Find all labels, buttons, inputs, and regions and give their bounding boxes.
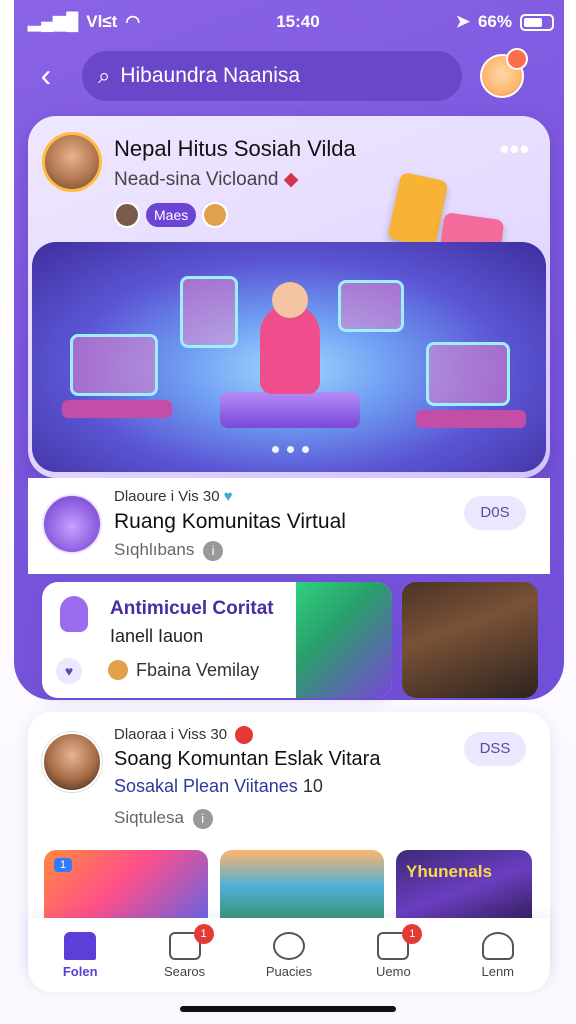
nav-label: Puacies — [265, 963, 313, 979]
feature-subtitle-text: Nead-sina Vicloand — [114, 169, 279, 190]
community-title: Ruang Komunitas Virtual — [114, 510, 346, 533]
search-input[interactable] — [120, 64, 441, 88]
home-icon — [64, 931, 97, 960]
search-icon: ⌕ — [98, 63, 111, 88]
community-meta: Dlaoure i Vis 30 ♥ — [114, 488, 233, 505]
feature-card[interactable]: Nepal Hitus Sosiah Vilda Nead-sina Viclo… — [28, 116, 550, 478]
status-bar: ▂▄▆█ Vl≤t ◠ 15:40 ➤ 66% — [28, 8, 554, 36]
location-icon: ➤ — [455, 12, 470, 31]
info-icon: i — [203, 540, 224, 561]
status-left: ▂▄▆█ Vl≤t ◠ — [28, 12, 140, 32]
post-meta: Dlaoraa i Viss 30 — [114, 726, 254, 745]
carousel-dot[interactable] — [272, 446, 279, 453]
community-subtitle-text: Sıqhlıbans — [114, 540, 195, 559]
heart-icon: ♥ — [223, 488, 233, 505]
search-row: ‹ ⌕ — [28, 48, 548, 102]
community-meta-text: Dlaoure i Vis 30 — [114, 488, 220, 505]
participant-avatar — [114, 202, 140, 228]
character-icon — [60, 596, 88, 632]
post-subtitle: Sosakal Plean Viitanes 10 — [114, 776, 323, 797]
feature-title: Nepal Hitus Sosiah Vilda — [114, 136, 356, 161]
join-button[interactable]: D0S — [464, 496, 526, 530]
tag-chip[interactable]: Maes — [146, 203, 197, 227]
nav-menu[interactable]: 1 Uemo — [348, 923, 438, 979]
community-thumbnail — [42, 494, 102, 554]
hero-platform — [220, 392, 360, 428]
chat-icon — [272, 931, 305, 960]
community-row[interactable]: Dlaoure i Vis 30 ♥ Ruang Komunitas Virtu… — [28, 478, 550, 574]
hero-screen-right — [426, 342, 510, 406]
profile-avatar[interactable] — [480, 48, 528, 98]
post-subtitle-count: 10 — [302, 776, 323, 796]
notification-badge: 1 — [402, 923, 423, 944]
home-indicator — [180, 1006, 396, 1012]
bottom-navigation: Folen 1 Searos Puacies 1 Uemo Lenm — [28, 918, 550, 992]
status-right: ➤ 66% — [456, 12, 554, 32]
hero-screen-center — [180, 276, 238, 348]
more-options-button[interactable]: ••• — [500, 134, 530, 165]
heart-icon: ◆ — [283, 169, 299, 190]
heart-icon — [235, 726, 254, 745]
community-subtitle: Sıqhlıbans i — [114, 540, 224, 561]
clock: 15:40 — [276, 12, 320, 31]
community-card[interactable]: Antimicuel Coritat Ianell Iauon ♥ Fbaina… — [42, 582, 392, 698]
carousel-dot[interactable] — [287, 446, 294, 453]
notification-badge: 1 — [193, 923, 214, 944]
post-footer: Siqtulesa i — [114, 808, 213, 829]
post-subtitle-text: Sosakal Plean Viitanes — [114, 776, 298, 796]
emoji-icon — [108, 660, 128, 680]
community-card-title: Antimicuel Coritat — [110, 598, 274, 619]
thumbnail-label: Yhunenals — [406, 862, 492, 881]
notification-dot — [506, 48, 528, 70]
carrier-label: Vl≤t — [86, 12, 118, 31]
like-icon[interactable]: ♥ — [56, 658, 82, 684]
post-title: Soang Komuntan Eslak Vitara — [114, 748, 381, 770]
signal-icon: ▂▄▆█ — [28, 12, 79, 31]
hero-desk-right — [416, 410, 526, 428]
post-meta-text: Dlaoraa i Viss 30 — [114, 726, 228, 743]
hero-person-head — [272, 282, 308, 318]
hero-desk-left — [62, 400, 172, 418]
participant-chips: Maes — [114, 202, 229, 228]
battery-icon — [519, 13, 554, 31]
carousel-dot[interactable] — [302, 446, 309, 453]
app-screen: ▂▄▆█ Vl≤t ◠ 15:40 ➤ 66% ‹ ⌕ Nepal Hitus … — [0, 0, 576, 1024]
nav-profile[interactable]: Lenm — [453, 931, 543, 979]
profile-icon — [481, 931, 514, 960]
creator-avatar[interactable] — [42, 132, 102, 192]
nav-places[interactable]: Puacies — [244, 931, 334, 979]
back-button[interactable]: ‹ — [28, 58, 64, 94]
carousel-dots[interactable] — [272, 446, 309, 453]
hero-screen-left — [70, 334, 158, 396]
nav-label: Uemo — [376, 963, 411, 979]
community-card-subtitle: Ianell Iauon — [110, 626, 204, 646]
nav-label: Folen — [62, 963, 98, 979]
nav-search[interactable]: 1 Searos — [140, 923, 230, 979]
battery-percent: 66% — [477, 12, 512, 31]
nav-label: Searos — [163, 963, 206, 979]
post-footer-text: Siqtulesa — [114, 808, 184, 827]
feature-subtitle: Nead-sina Vicloand ◆ — [114, 168, 298, 191]
post-avatar[interactable] — [42, 732, 102, 792]
hero-screen-right-top — [338, 280, 404, 332]
thumbnail-tag: 1 — [54, 858, 73, 872]
nav-home[interactable]: Folen — [35, 931, 125, 979]
hero-banner[interactable] — [32, 242, 546, 472]
community-card-image[interactable] — [296, 582, 392, 698]
community-card-footer: Fbaina Vemilay — [136, 660, 260, 680]
search-bar[interactable]: ⌕ — [82, 51, 462, 101]
nav-label: Lenm — [481, 963, 515, 979]
photo-thumbnail[interactable] — [402, 582, 538, 698]
info-icon: i — [192, 808, 213, 829]
post-action-button[interactable]: DSS — [464, 732, 526, 766]
floating-card-1 — [387, 171, 449, 249]
wifi-icon: ◠ — [125, 12, 141, 31]
participant-avatar — [202, 202, 229, 228]
